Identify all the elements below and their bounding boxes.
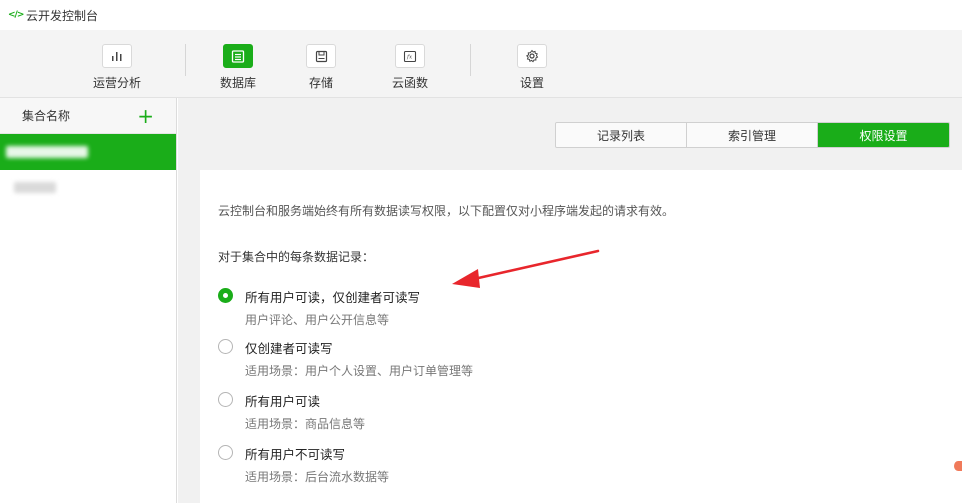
sidebar-header: 集合名称 + <box>0 98 176 134</box>
collection-item[interactable] <box>0 134 176 170</box>
toolbar-database-button[interactable]: 数据库 <box>208 44 268 91</box>
collection-item[interactable] <box>0 170 176 206</box>
option-title: 所有用户可读，仅创建者可读写 <box>245 290 421 305</box>
radio-button[interactable] <box>218 445 233 460</box>
tab-records[interactable]: 记录列表 <box>556 123 687 147</box>
storage-icon <box>306 44 336 68</box>
permission-option-all-read[interactable]: 所有用户可读 适用场景：商品信息等 <box>218 391 365 432</box>
main-content: 记录列表 索引管理 权限设置 云控制台和服务端始终有所有数据读写权限，以下配置仅… <box>178 98 962 503</box>
option-title: 所有用户不可读写 <box>245 447 346 462</box>
database-icon <box>223 44 253 68</box>
plus-icon[interactable]: + <box>137 106 154 126</box>
code-icon: </> <box>8 10 24 20</box>
redacted-collection-name <box>14 182 56 193</box>
permissions-panel: 云控制台和服务端始终有所有数据读写权限，以下配置仅对小程序端发起的请求有效。 对… <box>200 170 962 503</box>
radio-button[interactable] <box>218 339 233 354</box>
toolbar-storage-button[interactable]: 存储 <box>291 44 351 91</box>
toolbar-analytics-label: 运营分析 <box>92 76 141 90</box>
option-subtitle: 用户评论、用户公开信息等 <box>245 313 390 327</box>
window-title: 云开发控制台 <box>26 8 99 23</box>
edge-marker <box>954 461 962 471</box>
permission-option-creator-only[interactable]: 仅创建者可读写 适用场景：用户个人设置、用户订单管理等 <box>218 338 473 379</box>
permission-option-public-read[interactable]: 所有用户可读，仅创建者可读写 用户评论、用户公开信息等 <box>218 287 420 328</box>
tab-permissions[interactable]: 权限设置 <box>818 123 949 147</box>
toolbar-settings-label: 设置 <box>519 76 544 90</box>
collections-title: 集合名称 <box>22 109 71 123</box>
option-title: 仅创建者可读写 <box>245 341 333 356</box>
toolbar-divider <box>470 44 471 76</box>
toolbar-storage-label: 存储 <box>308 76 333 90</box>
permissions-subtitle: 对于集合中的每条数据记录： <box>218 250 375 264</box>
main-toolbar: 运营分析 数据库 存储 fx 云函数 设置 <box>0 30 962 98</box>
option-subtitle: 适用场景：用户个人设置、用户订单管理等 <box>245 364 474 378</box>
radio-button[interactable] <box>218 392 233 407</box>
radio-button[interactable] <box>218 288 233 303</box>
option-title: 所有用户可读 <box>245 394 321 409</box>
bar-chart-icon <box>102 44 132 68</box>
toolbar-functions-label: 云函数 <box>391 76 428 90</box>
redacted-collection-name <box>6 146 88 158</box>
option-subtitle: 适用场景：后台流水数据等 <box>245 470 390 484</box>
collections-sidebar: 集合名称 + <box>0 98 177 503</box>
tab-indexes[interactable]: 索引管理 <box>687 123 818 147</box>
toolbar-functions-button[interactable]: fx 云函数 <box>380 44 440 91</box>
toolbar-analytics-button[interactable]: 运营分析 <box>87 44 147 91</box>
svg-text:fx: fx <box>406 54 413 60</box>
toolbar-settings-button[interactable]: 设置 <box>502 44 562 91</box>
toolbar-divider <box>185 44 186 76</box>
option-subtitle: 适用场景：商品信息等 <box>245 417 366 431</box>
permission-option-no-access[interactable]: 所有用户不可读写 适用场景：后台流水数据等 <box>218 444 389 485</box>
gear-icon <box>517 44 547 68</box>
toolbar-database-label: 数据库 <box>219 76 256 90</box>
tab-bar: 记录列表 索引管理 权限设置 <box>555 122 950 148</box>
function-icon: fx <box>395 44 425 68</box>
permissions-description: 云控制台和服务端始终有所有数据读写权限，以下配置仅对小程序端发起的请求有效。 <box>218 204 675 218</box>
title-bar: </> 云开发控制台 <box>0 0 962 30</box>
